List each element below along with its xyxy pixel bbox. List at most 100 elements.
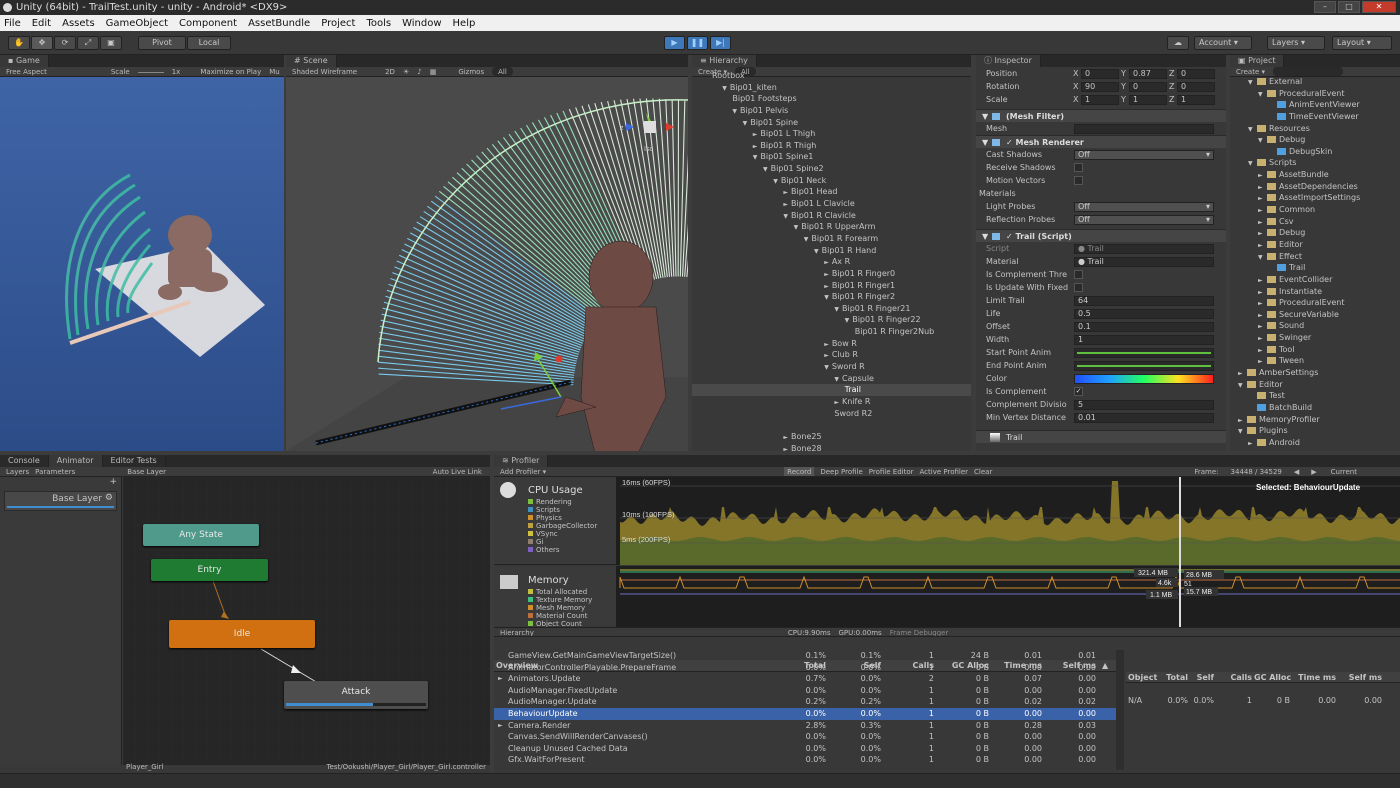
current-frame-button[interactable]: Current — [1331, 467, 1357, 476]
project-item[interactable]: ▼ External — [1230, 76, 1400, 88]
legend-item[interactable]: VSync — [528, 530, 597, 538]
property-checkbox[interactable] — [1074, 270, 1083, 279]
hierarchy-item[interactable]: ▼ Bip01 R UpperArm — [692, 221, 971, 233]
legend-item[interactable]: Others — [528, 546, 597, 554]
next-frame-button[interactable]: ▶ — [1311, 467, 1316, 476]
collapsed-arrow-icon[interactable]: ► — [783, 201, 788, 208]
lighting-toggle-icon[interactable]: ☀ — [403, 67, 409, 76]
property-checkbox[interactable] — [1074, 283, 1083, 292]
deep-profile-toggle[interactable]: Deep Profile — [820, 467, 862, 476]
expanded-arrow-icon[interactable]: ▼ — [834, 376, 839, 383]
profile-editor-toggle[interactable]: Profile Editor — [869, 467, 914, 476]
hand-tool-button[interactable]: ✋ — [8, 36, 30, 50]
profiler-row[interactable]: Cleanup Unused Cached Data 0.0% 0.0% 1 0 B 0.… — [494, 743, 1116, 755]
frame-debugger-button[interactable]: Frame Debugger — [890, 628, 949, 636]
property-field[interactable]: 5 — [1074, 399, 1214, 410]
hierarchy-item[interactable]: ► Knife R — [692, 396, 971, 408]
hierarchy-item[interactable]: Sword R2 — [692, 408, 971, 420]
project-item[interactable]: AnimEventViewer — [1230, 99, 1400, 111]
add-profiler-dropdown[interactable]: Add Profiler ▾ — [500, 467, 546, 476]
mute-audio-toggle[interactable]: Mu — [269, 67, 279, 76]
property-field[interactable]: 1 — [1074, 334, 1214, 345]
hierarchy-item[interactable]: ▼ Bip01 R Finger2 — [692, 291, 971, 303]
project-item[interactable]: ▼ Plugins — [1230, 425, 1400, 437]
project-item[interactable]: ► Csv — [1230, 216, 1400, 228]
rotate-tool-button[interactable]: ⟳ — [54, 36, 76, 50]
2d-toggle[interactable]: 2D — [385, 67, 395, 76]
effects-toggle-icon[interactable]: ▦ — [430, 67, 437, 76]
object-column-header[interactable]: Object — [1128, 672, 1158, 684]
project-item[interactable]: DebugSkin — [1230, 146, 1400, 158]
property-field[interactable]: 0.1 — [1074, 321, 1214, 332]
menu-tools[interactable]: Tools — [366, 18, 391, 29]
expanded-arrow-icon[interactable]: ▼ — [783, 213, 788, 220]
project-item[interactable]: ► Common — [1230, 204, 1400, 216]
trail-enabled-checkbox[interactable]: ✓ — [1006, 232, 1016, 241]
tab-profiler[interactable]: ≋ Profiler — [494, 455, 549, 467]
play-button[interactable]: ▶ — [664, 36, 685, 50]
menu-file[interactable]: File — [4, 18, 21, 29]
collapsed-arrow-icon[interactable]: ► — [753, 143, 758, 150]
profiler-row[interactable]: BehaviourUpdate 0.0% 0.0% 1 0 B 0.00 0.00 — [494, 707, 1116, 720]
add-layer-button[interactable]: + — [0, 477, 121, 487]
hierarchy-item[interactable]: ► Bip01 R Thigh — [692, 140, 971, 152]
scale-slider[interactable] — [137, 67, 164, 73]
menu-project[interactable]: Project — [321, 18, 355, 29]
profiler-row[interactable]: Canvas.SendWillRenderCanvases() 0.0% 0.0% 1… — [494, 731, 1116, 743]
tab-scene[interactable]: # Scene — [286, 55, 337, 67]
hierarchy-item[interactable]: ▼ Capsule — [692, 373, 971, 385]
material-footer[interactable]: Trail — [976, 430, 1226, 443]
collapsed-arrow-icon[interactable]: ► — [1258, 275, 1267, 287]
scene-viewport[interactable]: z Iso — [286, 77, 688, 451]
hierarchy-item[interactable]: Bip01 R Finger2Nub — [692, 326, 971, 338]
hierarchy-item[interactable]: ▼ Sword R — [692, 361, 971, 373]
property-checkbox[interactable]: ✓ — [1074, 387, 1083, 396]
expanded-arrow-icon[interactable]: ▼ — [824, 364, 829, 371]
project-item[interactable]: ► Tween — [1230, 355, 1400, 367]
tab-hierarchy[interactable]: ≡ Hierarchy — [692, 55, 757, 67]
hierarchy-item[interactable]: ► Bone28 — [692, 443, 971, 452]
transform-x-field[interactable]: 0 — [1081, 68, 1119, 79]
move-tool-button[interactable]: ✥ — [31, 36, 53, 50]
profiler-row[interactable]: ► Animators.Update 0.7% 0.0% 2 0 B 0.07 0.00 — [494, 673, 1116, 685]
project-item[interactable]: ► AssetBundle — [1230, 169, 1400, 181]
mesh-field[interactable] — [1074, 123, 1214, 134]
profiler-row[interactable]: AudioManager.FixedUpdate 0.0% 0.0% 1 0 B 0.00… — [494, 685, 1116, 697]
any-state-node[interactable]: Any State — [143, 524, 259, 546]
project-item[interactable]: ► Tool — [1230, 344, 1400, 356]
legend-item[interactable]: GarbageCollector — [528, 522, 597, 530]
project-item[interactable]: ► Android — [1230, 437, 1400, 449]
expanded-arrow-icon[interactable]: ▼ — [763, 166, 768, 173]
layer-settings-gear-icon[interactable]: ⚙ — [105, 493, 113, 503]
hierarchy-item[interactable]: ▼ Bip01 Neck — [692, 175, 971, 187]
expanded-arrow-icon[interactable]: ▼ — [1238, 426, 1247, 438]
project-item[interactable]: ▼ Effect — [1230, 251, 1400, 263]
expanded-arrow-icon[interactable]: ▼ — [1248, 77, 1257, 89]
object-column-header[interactable]: Calls — [1222, 672, 1252, 684]
project-item[interactable]: ▼ ProceduralEvent — [1230, 88, 1400, 100]
collapsed-arrow-icon[interactable]: ► — [783, 446, 788, 452]
menu-window[interactable]: Window — [402, 18, 441, 29]
idle-node[interactable]: Idle — [169, 620, 315, 648]
object-column-header[interactable]: Self — [1192, 672, 1214, 684]
hierarchy-item[interactable]: ▼ Bip01 Spine1 — [692, 151, 971, 163]
expanded-arrow-icon[interactable]: ▼ — [814, 248, 819, 255]
tab-animator[interactable]: Animator — [48, 455, 103, 467]
project-item[interactable]: Trail — [1230, 262, 1400, 274]
expanded-arrow-icon[interactable]: ▼ — [834, 306, 839, 313]
project-item[interactable]: ► Sound — [1230, 320, 1400, 332]
expanded-arrow-icon[interactable]: ▼ — [732, 108, 737, 115]
step-button[interactable]: ▶| — [710, 36, 731, 50]
pause-button[interactable]: ❚❚ — [687, 36, 708, 50]
collapsed-arrow-icon[interactable]: ► — [824, 259, 829, 266]
expanded-arrow-icon[interactable]: ▼ — [773, 178, 778, 185]
legend-item[interactable]: Material Count — [528, 612, 592, 620]
expanded-arrow-icon[interactable]: ▼ — [1258, 89, 1267, 101]
project-item[interactable]: BatchBuild — [1230, 402, 1400, 414]
project-item[interactable]: TimeEventViewer — [1230, 111, 1400, 123]
tab-console[interactable]: Console — [0, 455, 49, 467]
expanded-arrow-icon[interactable]: ▼ — [1258, 252, 1267, 264]
tab-inspector[interactable]: ⓘ Inspector — [976, 55, 1041, 67]
project-item[interactable]: ▼ Debug — [1230, 134, 1400, 146]
profiler-row[interactable]: GameView.GetMainGameViewTargetSize() 0.1%… — [494, 650, 1116, 662]
